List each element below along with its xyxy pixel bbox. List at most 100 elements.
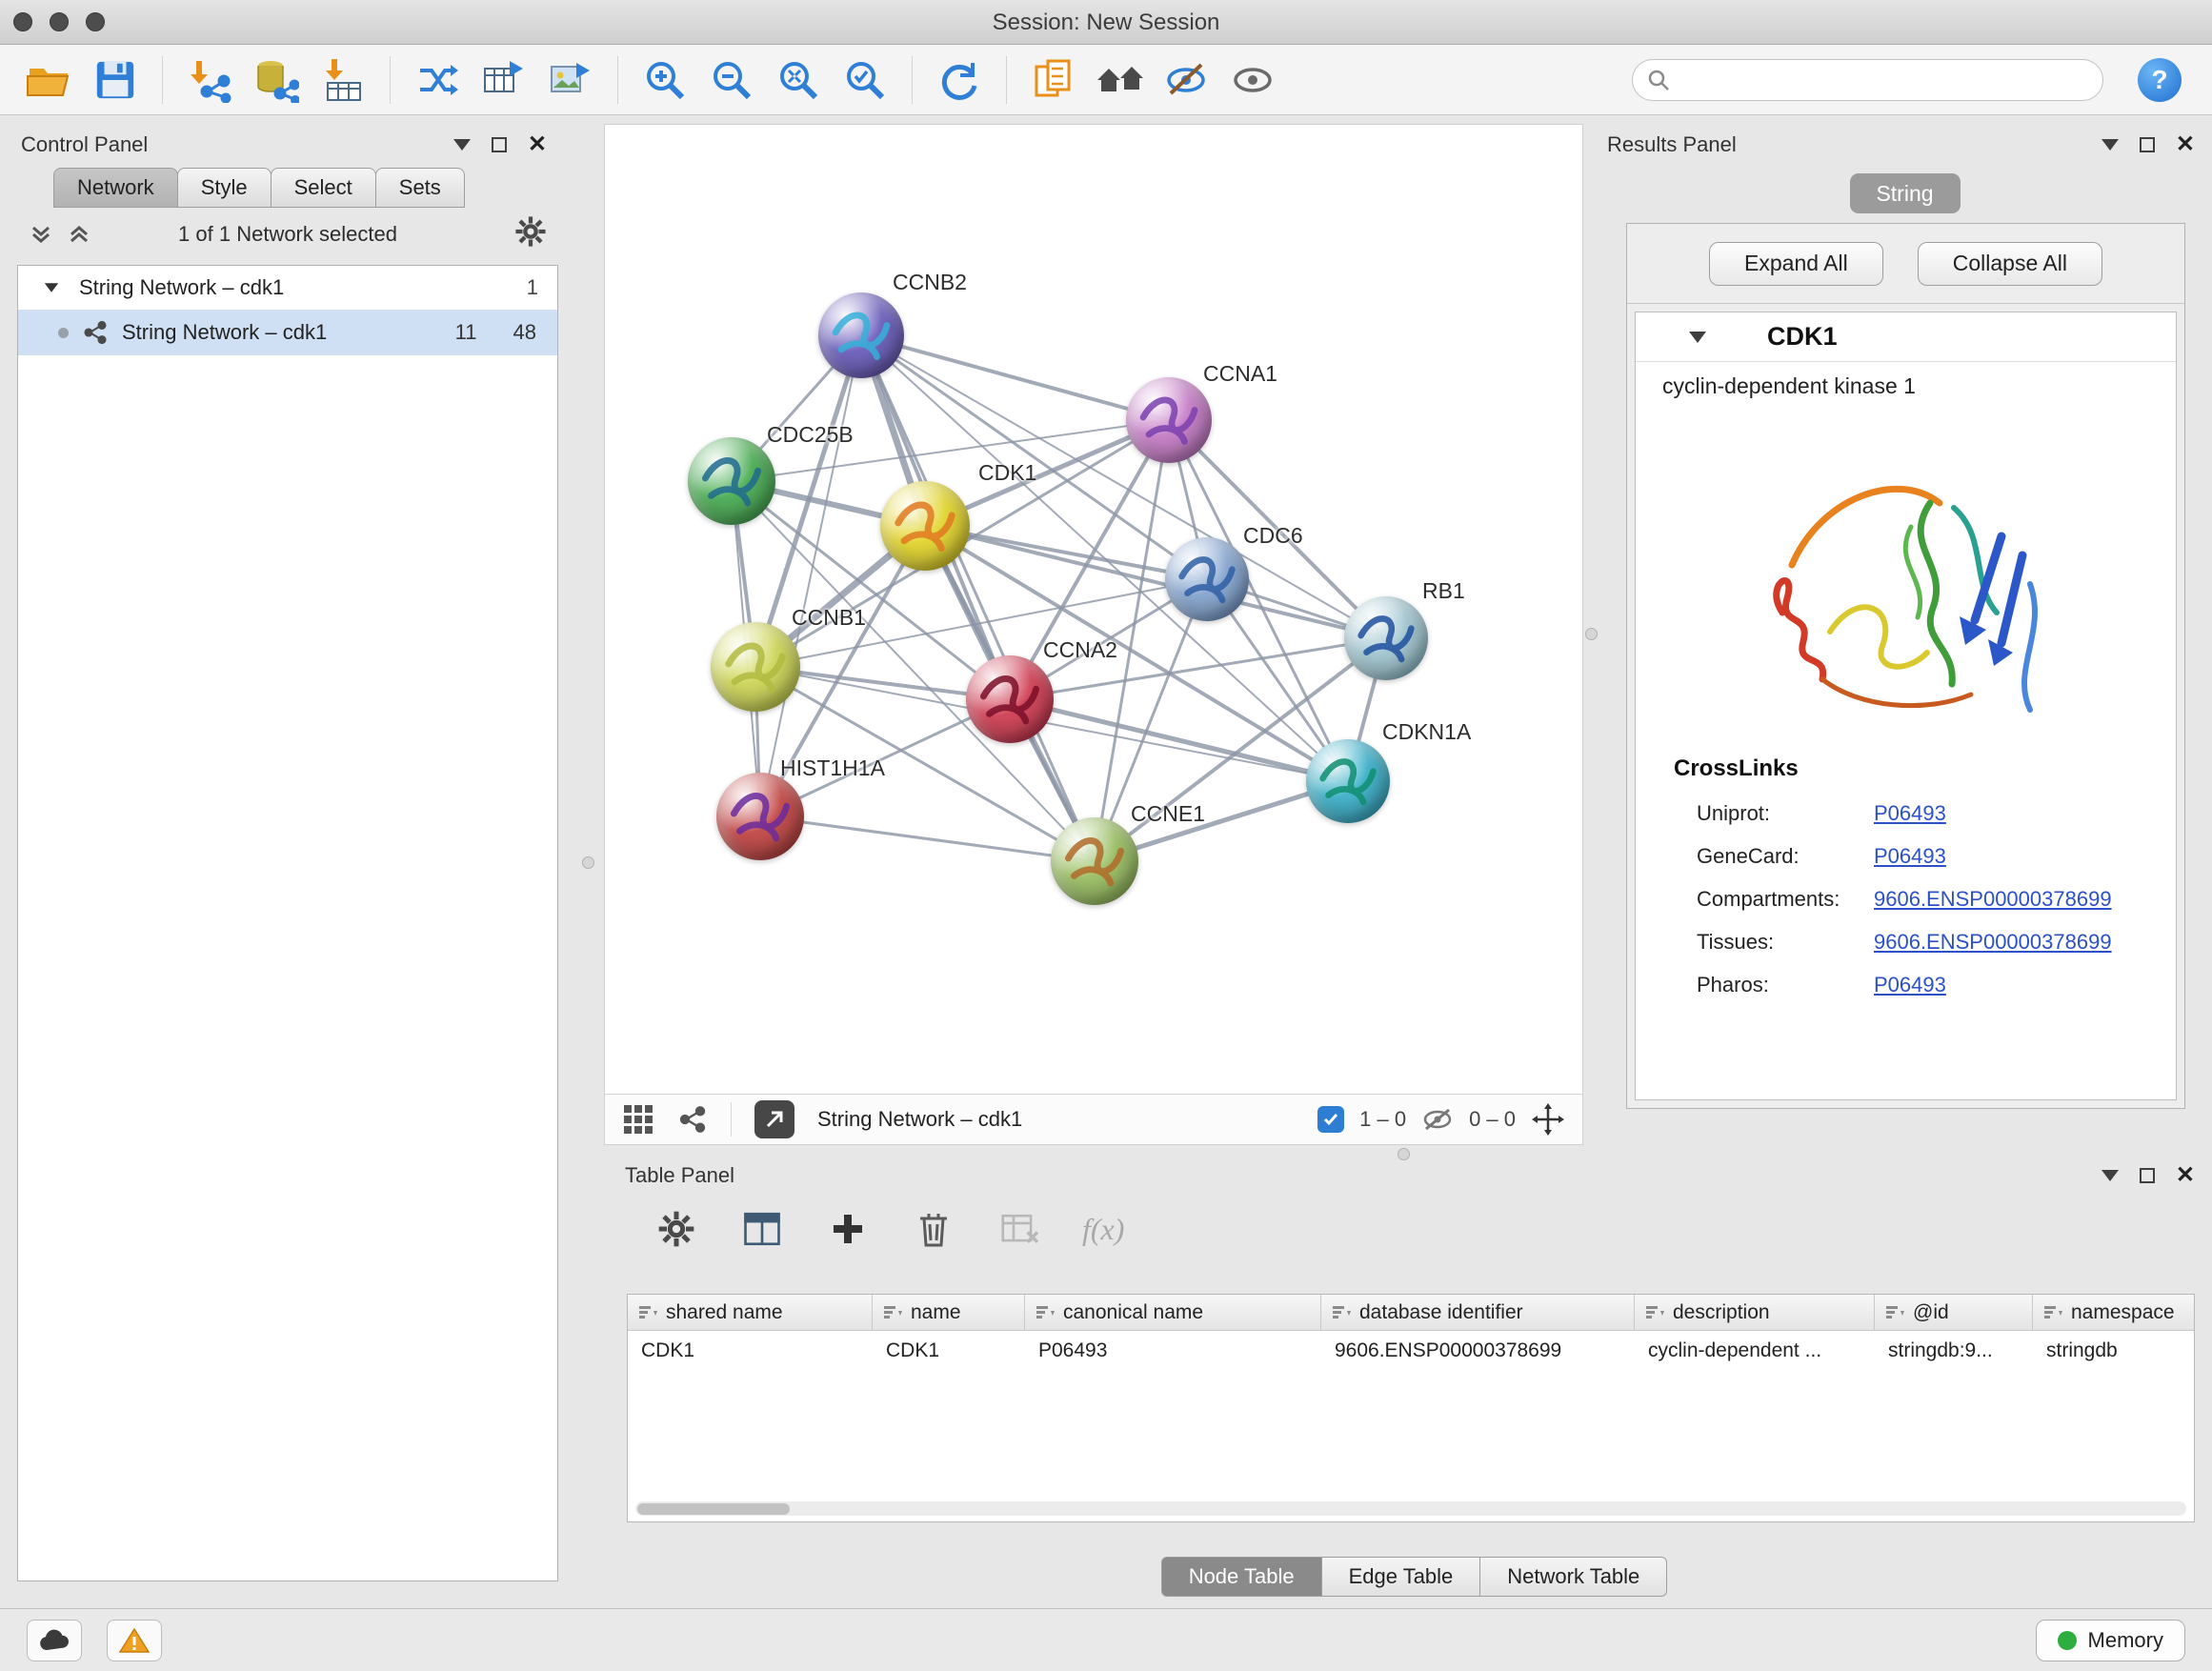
detach-view-button[interactable] (754, 1100, 794, 1138)
home-views-icon[interactable] (1091, 51, 1150, 109)
open-session-icon[interactable] (19, 51, 78, 109)
column-header-shared-name[interactable]: shared name (628, 1295, 873, 1330)
refresh-view-icon[interactable] (930, 51, 989, 109)
collapse-card-icon[interactable] (1689, 332, 1706, 343)
column-header-canonical-name[interactable]: canonical name (1025, 1295, 1321, 1330)
column-header-@id[interactable]: @id (1875, 1295, 2033, 1330)
column-header-database-identifier[interactable]: database identifier (1321, 1295, 1635, 1330)
search-input[interactable] (1679, 68, 2089, 92)
table-row[interactable]: CDK1CDK1P064939606.ENSP00000378699cyclin… (628, 1331, 2194, 1371)
import-network-from-database-icon[interactable] (247, 51, 306, 109)
export-image-icon[interactable] (541, 51, 600, 109)
network-edge[interactable] (1010, 699, 1348, 781)
network-node-ccna2[interactable] (966, 655, 1054, 743)
float-panel-icon[interactable] (492, 137, 507, 152)
table-cell[interactable]: 9606.ENSP00000378699 (1321, 1331, 1635, 1371)
network-edge[interactable] (760, 335, 861, 816)
memory-button[interactable]: Memory (2036, 1620, 2185, 1661)
copy-document-icon[interactable] (1024, 51, 1083, 109)
network-node-cdk1[interactable] (880, 481, 970, 571)
import-table-from-file-icon[interactable] (313, 51, 372, 109)
close-panel-icon[interactable]: ✕ (2176, 1164, 2195, 1187)
zoom-out-icon[interactable] (702, 51, 761, 109)
toolbar-separator (1006, 56, 1007, 104)
tab-style[interactable]: Style (177, 168, 271, 208)
crosslink-value-link[interactable]: P06493 (1874, 973, 1946, 997)
collapse-all-icon[interactable] (29, 222, 53, 247)
shuffle-network-icon[interactable] (408, 51, 467, 109)
network-canvas[interactable]: CCNB2CCNA1CDC25BCDK1CDC6RB1CCNB1CCNA2CDK… (605, 125, 1582, 1094)
tab-node-table[interactable]: Node Table (1161, 1557, 1322, 1597)
cloud-status-button[interactable] (27, 1620, 82, 1661)
crosslink-value-link[interactable]: 9606.ENSP00000378699 (1874, 887, 2112, 912)
table-cell[interactable]: stringdb (2033, 1331, 2195, 1371)
float-panel-icon[interactable] (2140, 137, 2155, 152)
selected-checkbox-icon[interactable] (1317, 1106, 1344, 1133)
network-overview-icon[interactable] (677, 1104, 708, 1135)
birds-eye-view-icon[interactable] (622, 1103, 654, 1136)
network-node-ccna1[interactable] (1126, 377, 1212, 463)
zoom-in-icon[interactable] (635, 51, 694, 109)
close-panel-icon[interactable]: ✕ (2176, 133, 2195, 156)
tab-sets[interactable]: Sets (375, 168, 465, 208)
table-cell[interactable]: CDK1 (873, 1331, 1025, 1371)
table-cell[interactable]: stringdb:9... (1875, 1331, 2033, 1371)
tab-network[interactable]: Network (53, 168, 178, 208)
network-node-cdkn1a[interactable] (1306, 739, 1390, 823)
expand-all-button[interactable]: Expand All (1709, 242, 1883, 286)
show-details-icon[interactable] (1224, 51, 1283, 109)
collapse-all-button[interactable]: Collapse All (1918, 242, 2102, 286)
network-node-ccnb1[interactable] (711, 622, 800, 712)
hidden-eye-icon[interactable] (1421, 1106, 1454, 1133)
table-horizontal-scrollbar[interactable] (635, 1501, 2186, 1516)
panel-menu-icon[interactable] (2101, 139, 2119, 151)
hide-details-icon[interactable] (1157, 51, 1217, 109)
table-options-gear-icon[interactable] (654, 1206, 699, 1252)
network-node-hist1h1a[interactable] (716, 773, 804, 860)
column-header-namespace[interactable]: namespace (2033, 1295, 2195, 1330)
help-button[interactable]: ? (2138, 58, 2182, 102)
splitter-handle[interactable] (1398, 1148, 1410, 1160)
network-row-selected[interactable]: String Network – cdk1 11 48 (18, 310, 557, 355)
network-node-cdc25b[interactable] (688, 437, 775, 525)
network-node-cdc6[interactable] (1165, 537, 1249, 621)
splitter-handle[interactable] (582, 856, 594, 869)
column-header-name[interactable]: name (873, 1295, 1025, 1330)
column-header-description[interactable]: description (1635, 1295, 1875, 1330)
import-network-from-file-icon[interactable] (180, 51, 239, 109)
save-session-icon[interactable] (86, 51, 145, 109)
network-collection-row[interactable]: String Network – cdk1 1 (18, 266, 557, 310)
warning-status-button[interactable] (107, 1620, 162, 1661)
zoom-selected-icon[interactable] (835, 51, 895, 109)
splitter-handle[interactable] (1585, 628, 1598, 640)
zoom-fit-icon[interactable] (769, 51, 828, 109)
panel-menu-icon[interactable] (453, 139, 471, 151)
delete-column-icon[interactable] (911, 1206, 956, 1252)
table-cell[interactable]: cyclin-dependent ... (1635, 1331, 1875, 1371)
table-cell[interactable]: CDK1 (628, 1331, 873, 1371)
tab-select[interactable]: Select (271, 168, 376, 208)
float-panel-icon[interactable] (2140, 1168, 2155, 1183)
panel-menu-icon[interactable] (2101, 1170, 2119, 1181)
scrollbar-thumb[interactable] (637, 1503, 790, 1515)
add-column-icon[interactable] (825, 1206, 871, 1252)
network-node-ccnb2[interactable] (818, 292, 904, 378)
fit-content-move-icon[interactable] (1531, 1102, 1565, 1137)
export-table-icon[interactable] (474, 51, 533, 109)
tree-expand-icon[interactable] (45, 283, 58, 292)
crosslink-value-link[interactable]: 9606.ENSP00000378699 (1874, 930, 2112, 955)
network-node-ccne1[interactable] (1051, 817, 1138, 905)
network-edge[interactable] (760, 816, 1095, 861)
crosslink-value-link[interactable]: P06493 (1874, 844, 1946, 869)
show-columns-icon[interactable] (739, 1206, 785, 1252)
crosslink-value-link[interactable]: P06493 (1874, 801, 1946, 826)
network-edge[interactable] (861, 335, 1095, 861)
network-options-gear-icon[interactable] (514, 215, 547, 253)
table-cell[interactable]: P06493 (1025, 1331, 1321, 1371)
close-panel-icon[interactable]: ✕ (528, 133, 547, 156)
expand-all-icon[interactable] (67, 222, 91, 247)
tab-edge-table[interactable]: Edge Table (1321, 1557, 1481, 1597)
network-node-rb1[interactable] (1344, 596, 1428, 680)
tab-string[interactable]: String (1850, 173, 1961, 213)
tab-network-table[interactable]: Network Table (1479, 1557, 1667, 1597)
